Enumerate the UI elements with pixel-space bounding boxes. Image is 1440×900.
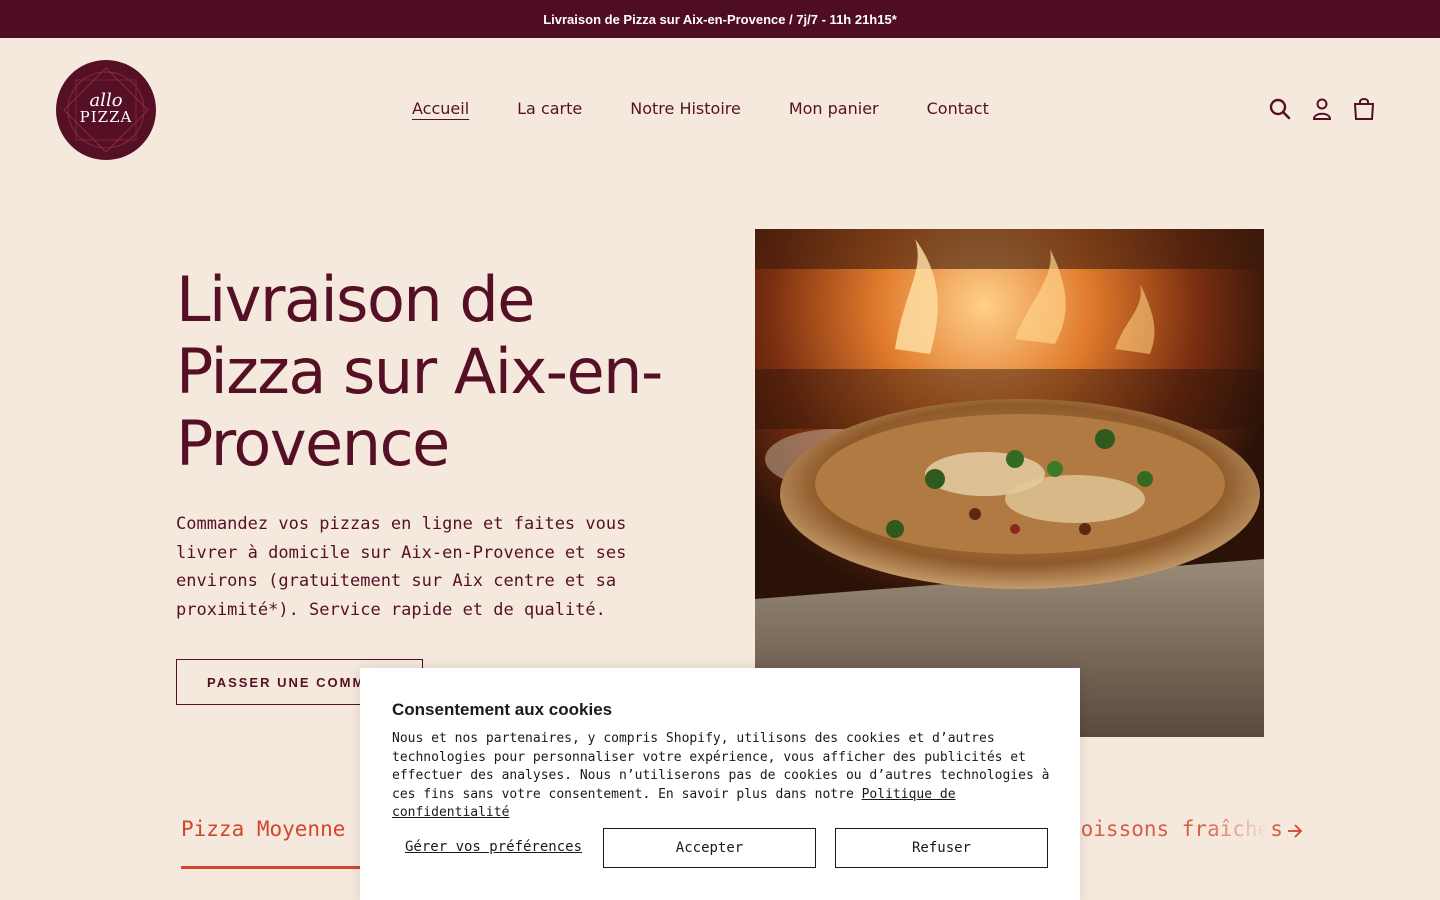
arrow-right-icon[interactable] [1285,820,1305,842]
accept-cookies-button[interactable]: Accepter [603,828,816,868]
cookie-title: Consentement aux cookies [392,700,613,719]
nav-notre-histoire[interactable]: Notre Histoire [630,99,741,121]
logo[interactable]: allo PIZZA [56,60,156,160]
hero-description: Commandez vos pizzas en ligne et faites … [176,514,627,620]
cookie-consent-dialog: Consentement aux cookies Nous et nos par… [360,668,1080,900]
manage-preferences-link[interactable]: Gérer vos préférences [405,839,582,855]
pizza-oven-image [755,229,1264,737]
main-nav: Accueil La carte Notre Histoire Mon pani… [412,99,989,121]
tab-pizza-moyenne[interactable]: Pizza Moyenne ( [181,817,371,847]
header-icons [1268,96,1376,122]
search-icon[interactable] [1268,96,1292,122]
hero-title: Livraison de Pizza sur Aix-en-Provence [176,263,663,480]
announcement-text: Livraison de Pizza sur Aix-en-Provence /… [543,11,897,27]
nav-contact[interactable]: Contact [927,99,989,121]
refuse-cookies-button[interactable]: Refuser [835,828,1048,868]
nav-mon-panier[interactable]: Mon panier [789,99,879,121]
cart-icon[interactable] [1352,96,1376,122]
announcement-bar: Livraison de Pizza sur Aix-en-Provence /… [0,0,1440,38]
tab-fade [1200,812,1270,852]
nav-accueil[interactable]: Accueil [412,99,469,121]
logo-line2: PIZZA [80,108,133,126]
account-icon[interactable] [1310,96,1334,122]
nav-la-carte[interactable]: La carte [517,99,582,121]
cookie-text: Nous et nos partenaires, y compris Shopi… [392,730,1052,823]
